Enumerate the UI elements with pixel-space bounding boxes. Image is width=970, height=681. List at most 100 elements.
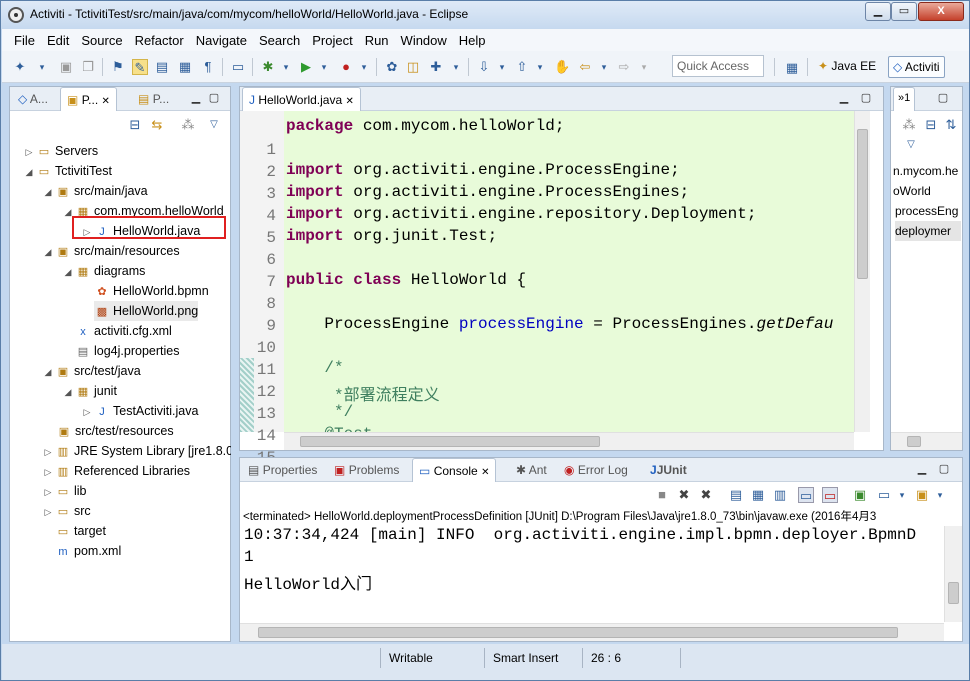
clear-console-icon[interactable]: ▤	[728, 487, 744, 503]
menu-edit[interactable]: Edit	[41, 33, 75, 48]
sort-icon[interactable]: ⇅	[943, 117, 959, 133]
outline-item-class[interactable]: oWorld	[893, 181, 931, 201]
minimize-button[interactable]: ▁	[865, 2, 891, 21]
close-button[interactable]: X	[918, 2, 964, 21]
tree-item-target[interactable]: ▭ target	[55, 521, 106, 541]
save-icon[interactable]: ▣	[58, 59, 74, 75]
block-selection-icon[interactable]: ▦	[177, 59, 193, 75]
minimize-view-icon[interactable]: ▁	[190, 92, 202, 104]
collapse-icon[interactable]: ◢	[41, 242, 55, 262]
tab-properties[interactable]: ▤ Properties	[242, 458, 323, 482]
tree-item-bpmn[interactable]: ✿ HelloWorld.bpmn	[94, 281, 208, 301]
view-menu-icon[interactable]: ▽	[206, 117, 222, 133]
maximize-view-icon[interactable]: ▢	[938, 463, 950, 475]
maximize-view-icon[interactable]: ▢	[208, 92, 220, 104]
outline-item-package[interactable]: n.mycom.he	[893, 161, 958, 181]
scroll-thumb[interactable]	[300, 436, 600, 447]
menu-run[interactable]: Run	[359, 33, 395, 48]
save-all-icon[interactable]: ❐	[80, 59, 96, 75]
collapse-all-icon[interactable]: ⊟	[127, 117, 143, 133]
new-package-icon[interactable]: ◫	[405, 59, 421, 75]
remove-all-icon[interactable]: ✖	[698, 487, 714, 503]
editor-vertical-scrollbar[interactable]	[854, 111, 870, 432]
menu-project[interactable]: Project	[306, 33, 358, 48]
close-icon[interactable]: ✕	[481, 467, 489, 478]
run-icon[interactable]: ▶	[298, 59, 314, 75]
tree-item-pom[interactable]: m pom.xml	[55, 541, 121, 561]
expand-icon[interactable]: ▷	[41, 462, 55, 482]
expand-icon[interactable]: ▷	[80, 402, 94, 422]
debug-icon[interactable]: ✱	[260, 59, 276, 75]
console-vertical-scrollbar[interactable]	[944, 526, 962, 622]
tree-item-servers[interactable]: ▷ ▭ Servers	[22, 141, 99, 162]
link-editor-icon[interactable]: ⇆	[149, 117, 165, 133]
tree-item-lib[interactable]: ▷ ▭ lib	[41, 481, 87, 501]
tree-item-referenced-libraries[interactable]: ▷ ▥ Referenced Libraries	[41, 461, 191, 482]
maximize-view-icon[interactable]: ▢	[937, 92, 949, 104]
scroll-thumb[interactable]	[907, 436, 921, 447]
last-edit-icon[interactable]: ✋	[554, 59, 570, 75]
menu-file[interactable]: File	[8, 33, 41, 48]
view-menu-icon[interactable]: ▽	[903, 137, 919, 153]
tab-helloworld-java[interactable]: J HelloWorld.java ✕	[242, 87, 361, 111]
tab-problems[interactable]: ▣ Problems	[328, 458, 405, 482]
remove-launch-icon[interactable]: ✖	[676, 487, 692, 503]
show-stderr-icon[interactable]: ▭	[822, 487, 838, 503]
focus-task-icon[interactable]: ⁂	[180, 117, 196, 133]
terminate-icon[interactable]: ■	[654, 487, 670, 503]
minimize-view-icon[interactable]: ▁	[838, 92, 850, 104]
tab-error-log[interactable]: ◉ Error Log	[558, 458, 634, 482]
tree-item-src-test-java[interactable]: ◢ ▣ src/test/java	[41, 361, 141, 381]
open-console-dropdown-icon[interactable]: ▾	[932, 487, 948, 503]
tree-item-diagrams[interactable]: ◢ ▦ diagrams	[61, 261, 146, 281]
display-console-icon[interactable]: ▭	[876, 487, 892, 503]
run-dropdown-icon[interactable]: ▾	[316, 59, 332, 75]
scroll-thumb[interactable]	[948, 582, 959, 604]
tab-junit[interactable]: JJUnit	[644, 458, 693, 482]
close-icon[interactable]: ✕	[346, 96, 354, 107]
menu-search[interactable]: Search	[253, 33, 306, 48]
menu-refactor[interactable]: Refactor	[129, 33, 190, 48]
scroll-lock-icon[interactable]: ▦	[750, 487, 766, 503]
prev-annotation-icon[interactable]: ⇧	[514, 59, 530, 75]
open-console-icon[interactable]: ▣	[914, 487, 930, 503]
collapse-icon[interactable]: ◢	[61, 382, 75, 402]
tree-item-src-main-resources[interactable]: ◢ ▣ src/main/resources	[41, 241, 180, 261]
tab-ant[interactable]: ✱ Ant	[510, 458, 553, 482]
editor-horizontal-scrollbar[interactable]	[284, 432, 854, 450]
new-java-project-icon[interactable]: ✿	[384, 59, 400, 75]
new-icon[interactable]: ✦	[12, 59, 28, 75]
tree-item-src-test-resources[interactable]: ▣ src/test/resources	[56, 421, 174, 441]
collapse-icon[interactable]: ◢	[41, 182, 55, 202]
menu-help[interactable]: Help	[453, 33, 492, 48]
tree-item-cfg-xml[interactable]: x activiti.cfg.xml	[75, 321, 172, 341]
tree-item-jre[interactable]: ▷▥ JRE System Library [jre1.8.0_73]	[41, 441, 231, 461]
minimize-view-icon[interactable]: ▁	[916, 463, 928, 475]
code-area[interactable]: package com.mycom.helloWorld; import org.…	[284, 111, 854, 432]
console-icon[interactable]: ▭	[230, 59, 246, 75]
new-class-icon[interactable]: ✚	[428, 59, 444, 75]
close-icon[interactable]: ✕	[102, 96, 110, 107]
scroll-thumb[interactable]	[258, 627, 898, 638]
tab-activiti-explorer[interactable]: ◇ A...	[12, 87, 54, 111]
collapse-icon[interactable]: ◢	[22, 162, 36, 182]
external-tools-icon[interactable]: ●	[338, 59, 354, 75]
outline-item-method[interactable]: deploymer	[895, 221, 961, 241]
maximize-button[interactable]: ▭	[891, 2, 917, 21]
next-annotation-icon[interactable]: ⇩	[476, 59, 492, 75]
forward-dropdown-icon[interactable]: ▾	[636, 59, 652, 75]
expand-icon[interactable]: ▷	[22, 142, 36, 162]
display-console-dropdown-icon[interactable]: ▾	[894, 487, 910, 503]
tree-item-junit[interactable]: ◢ ▦ junit	[61, 381, 117, 401]
collapse-all-icon[interactable]: ⊟	[923, 117, 939, 133]
menu-window[interactable]: Window	[395, 33, 453, 48]
tree-item-log4j[interactable]: ▤ log4j.properties	[75, 341, 180, 361]
expand-icon[interactable]: ▷	[41, 442, 55, 461]
tree-item-project[interactable]: ◢ ▭ TctivitiTest	[22, 161, 112, 181]
show-stdout-icon[interactable]: ▭	[798, 487, 814, 503]
scroll-thumb[interactable]	[857, 129, 868, 279]
tree-item-src[interactable]: ▷ ▭ src	[41, 501, 91, 521]
console-horizontal-scrollbar[interactable]	[240, 623, 944, 641]
new-class-dropdown-icon[interactable]: ▾	[448, 59, 464, 75]
tab-console[interactable]: ▭ Console ✕	[412, 458, 497, 482]
